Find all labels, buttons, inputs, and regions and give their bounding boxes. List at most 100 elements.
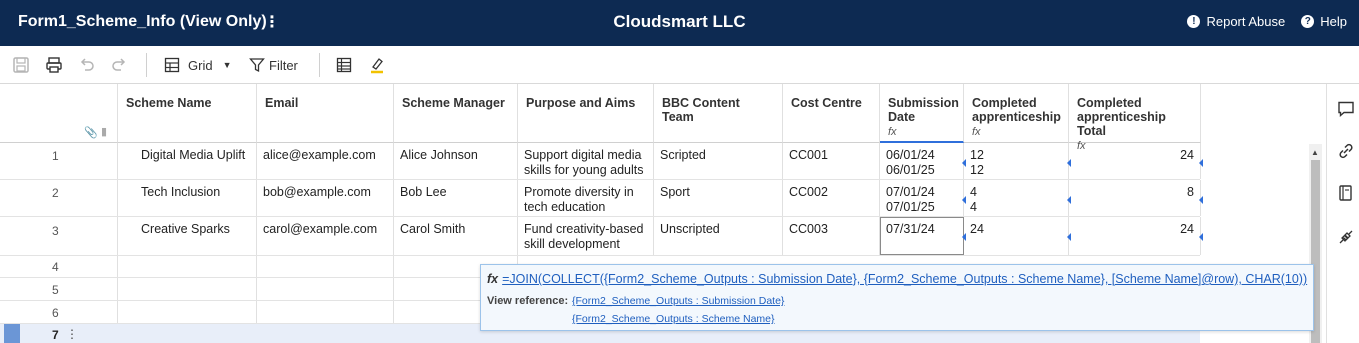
- reference-link-scheme-name[interactable]: {Form2_Scheme_Outputs : Scheme Name}: [572, 313, 775, 325]
- cell-empty[interactable]: [118, 301, 257, 323]
- cell-manager[interactable]: Carol Smith: [394, 217, 518, 255]
- help-icon: ?: [1301, 15, 1315, 28]
- col-header-scheme-manager[interactable]: Scheme Manager: [394, 84, 518, 143]
- row-header-corner: 📎 ▮: [0, 84, 118, 143]
- cell-scheme-name[interactable]: Creative Sparks: [118, 217, 257, 255]
- formula-column-icon: fx: [972, 126, 981, 138]
- summary-book-icon[interactable]: [1337, 184, 1355, 202]
- cell-manager[interactable]: Alice Johnson: [394, 143, 518, 179]
- toolbar-divider: [319, 53, 320, 77]
- formula-display: fx =JOIN(COLLECT({Form2_Scheme_Outputs : …: [487, 272, 1307, 286]
- cell-completed[interactable]: 4 4: [964, 180, 1071, 216]
- right-panel-rail: [1326, 84, 1359, 343]
- row-number: 2: [0, 180, 118, 216]
- cell-empty[interactable]: [257, 278, 394, 300]
- formula-text-link[interactable]: =JOIN(COLLECT({Form2_Scheme_Outputs : Su…: [502, 272, 1307, 286]
- formula-tooltip: fx =JOIN(COLLECT({Form2_Scheme_Outputs : …: [480, 264, 1314, 331]
- formula-marker-icon: [1199, 196, 1203, 204]
- col-header-scheme-name[interactable]: Scheme Name: [118, 84, 257, 143]
- undo-button[interactable]: [78, 54, 96, 76]
- view-grid-dropdown[interactable]: Grid ▼: [164, 54, 231, 76]
- row-number-label: 3: [52, 224, 59, 238]
- cell-submission-date[interactable]: 07/01/24 07/01/25: [880, 180, 966, 216]
- cell-completed[interactable]: 12 12: [964, 143, 1071, 179]
- cell-email[interactable]: bob@example.com: [257, 180, 394, 216]
- row-number-label: 1: [52, 149, 59, 163]
- table-row[interactable]: 1 Digital Media Uplift alice@example.com…: [0, 143, 1203, 180]
- sheet-menu-button[interactable]: ⋮: [264, 12, 280, 32]
- cell-empty[interactable]: [257, 301, 394, 323]
- grid-label: Grid: [188, 57, 213, 73]
- cell-cost-centre[interactable]: CC001: [783, 143, 880, 179]
- cell-empty[interactable]: [118, 256, 257, 277]
- filter-button[interactable]: Filter: [249, 54, 298, 76]
- cell-completed[interactable]: 24: [964, 217, 1071, 255]
- cell-submission-date[interactable]: 07/31/24: [880, 217, 966, 255]
- cell-value-line: 4: [970, 185, 977, 199]
- cell-value: 24: [1180, 222, 1194, 236]
- help-link[interactable]: ? Help: [1301, 14, 1347, 29]
- company-name: Cloudsmart LLC: [613, 12, 746, 31]
- cell-empty[interactable]: [118, 278, 257, 300]
- col-header-label: Cost Centre: [791, 96, 862, 110]
- sheet-title: Form1_Scheme_Info (View Only): [18, 13, 267, 30]
- cell-value-line: 4: [970, 200, 977, 214]
- cell-cost-centre[interactable]: CC002: [783, 180, 880, 216]
- cell-team[interactable]: Scripted: [654, 143, 783, 179]
- scroll-up-icon[interactable]: ▲: [1311, 148, 1319, 157]
- print-button[interactable]: [45, 54, 63, 76]
- cell-team[interactable]: Unscripted: [654, 217, 783, 255]
- header-actions: ! Report Abuse ? Help: [1187, 14, 1347, 29]
- highlighter-icon: [371, 58, 383, 74]
- col-header-label: Purpose and Aims: [526, 96, 636, 110]
- cell-value-line: 12: [970, 163, 984, 177]
- col-header-submission-date[interactable]: Submission Date fx: [880, 84, 964, 143]
- col-header-completed[interactable]: Completed apprenticeship fx: [964, 84, 1069, 143]
- cell-purpose[interactable]: Support digital media skills for young a…: [518, 143, 654, 179]
- highlight-button[interactable]: [369, 54, 385, 76]
- col-header-email[interactable]: Email: [257, 84, 394, 143]
- row-number-label: 2: [52, 186, 59, 200]
- row-number-label: 4: [52, 260, 59, 274]
- cell-email[interactable]: carol@example.com: [257, 217, 394, 255]
- cell-purpose[interactable]: Fund creativity-based skill development: [518, 217, 654, 255]
- view-reference-label: View reference:: [487, 295, 569, 307]
- attachments-link-icon[interactable]: [1337, 142, 1355, 160]
- cell-manager[interactable]: Bob Lee: [394, 180, 518, 216]
- col-header-completed-total[interactable]: Completed apprenticeship Total fx: [1069, 84, 1201, 152]
- col-header-cost-centre[interactable]: Cost Centre: [783, 84, 880, 143]
- cell-team[interactable]: Sport: [654, 180, 783, 216]
- row-menu-button[interactable]: ⋮: [66, 327, 78, 341]
- redo-icon: [112, 58, 126, 71]
- row-number: 3: [0, 217, 118, 255]
- cell-scheme-name[interactable]: Digital Media Uplift: [118, 143, 257, 179]
- save-icon: [13, 57, 29, 73]
- table-icon: [336, 57, 352, 73]
- col-header-label: Email: [265, 96, 299, 110]
- cell-cost-centre[interactable]: CC003: [783, 217, 880, 255]
- cell-email[interactable]: alice@example.com: [257, 143, 394, 179]
- connections-plug-icon[interactable]: [1337, 228, 1355, 246]
- redo-button[interactable]: [110, 54, 128, 76]
- report-abuse-link[interactable]: ! Report Abuse: [1187, 14, 1285, 29]
- save-button[interactable]: [12, 54, 30, 76]
- cell-completed-total[interactable]: 24: [1069, 217, 1203, 255]
- col-header-label: Completed apprenticeship: [972, 96, 1061, 124]
- row-number: 1: [0, 143, 118, 179]
- reference-link-submission-date[interactable]: {Form2_Scheme_Outputs : Submission Date}: [572, 295, 784, 307]
- cell-empty[interactable]: [257, 256, 394, 277]
- comments-icon[interactable]: [1337, 100, 1355, 118]
- row-number: 6: [0, 301, 118, 323]
- cell-purpose[interactable]: Promote diversity in tech education: [518, 180, 654, 216]
- cell-value-line: 07/31/24: [886, 222, 935, 236]
- format-table-button[interactable]: [336, 54, 352, 76]
- table-row[interactable]: 2 Tech Inclusion bob@example.com Bob Lee…: [0, 180, 1203, 217]
- col-header-label: Scheme Manager: [402, 96, 505, 110]
- cell-submission-date[interactable]: 06/01/24 06/01/25: [880, 143, 966, 179]
- col-header-purpose[interactable]: Purpose and Aims: [518, 84, 654, 143]
- cell-scheme-name[interactable]: Tech Inclusion: [118, 180, 257, 216]
- table-row[interactable]: 3 Creative Sparks carol@example.com Caro…: [0, 217, 1203, 256]
- col-header-bbc-team[interactable]: BBC Content Team: [654, 84, 783, 143]
- cell-completed-total[interactable]: 8: [1069, 180, 1203, 216]
- cell-completed-total[interactable]: 24: [1069, 143, 1203, 179]
